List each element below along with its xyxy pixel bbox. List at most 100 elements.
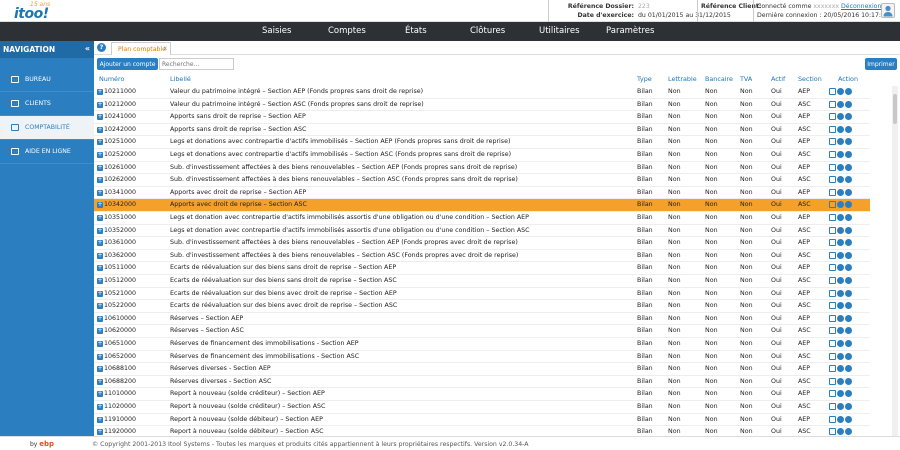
edit-icon[interactable] [829,113,836,121]
delete-icon[interactable] [845,352,852,360]
edit-icon[interactable] [829,302,836,310]
edit-icon[interactable] [829,264,836,272]
table-row[interactable]: +11010000 Report à nouveau (solde crédite… [94,388,870,401]
delete-icon[interactable] [845,201,852,209]
help-icon[interactable]: ? [97,43,106,52]
table-row[interactable]: +10511000 Ecarts de réévaluation sur des … [94,262,870,275]
expand-row-icon[interactable]: + [97,164,103,171]
expand-row-icon[interactable]: + [97,189,103,196]
expand-row-icon[interactable]: + [97,416,103,423]
edit-icon[interactable] [829,188,836,196]
table-row[interactable]: +10242000 Apports sans droit de reprise –… [94,124,870,137]
edit-icon[interactable] [829,100,836,108]
copy-icon[interactable] [837,251,844,259]
col-lettrable[interactable]: Lettrable [668,75,697,83]
edit-icon[interactable] [829,428,836,436]
delete-icon[interactable] [845,188,852,196]
expand-row-icon[interactable]: + [97,202,103,209]
tab-plan-comptable[interactable]: Plan comptable x [111,42,171,55]
edit-icon[interactable] [829,201,836,209]
delete-icon[interactable] [845,314,852,322]
table-row[interactable]: +10620000 Réserves – Section ASC Bilan Non N… [94,325,870,338]
table-row[interactable]: +10361000 Sub. d'investissement affectées… [94,237,870,250]
expand-row-icon[interactable]: + [97,139,103,146]
expand-row-icon[interactable]: + [97,177,103,184]
delete-icon[interactable] [845,163,852,171]
expand-row-icon[interactable]: + [97,101,103,108]
close-tab-icon[interactable]: x [163,45,167,52]
delete-icon[interactable] [845,428,852,436]
table-row[interactable]: +10652000 Réserves de financement des imm… [94,351,870,364]
menu-clotures[interactable]: Clôtures [470,26,505,36]
delete-icon[interactable] [845,340,852,347]
copy-icon[interactable] [837,314,844,322]
delete-icon[interactable] [845,239,852,247]
expand-row-icon[interactable]: + [97,240,103,247]
edit-icon[interactable] [829,239,836,247]
edit-icon[interactable] [829,163,836,171]
copy-icon[interactable] [837,239,844,247]
table-row[interactable]: +10251000 Legs et donations avec contrepa… [94,136,870,149]
expand-row-icon[interactable]: + [97,114,103,121]
delete-icon[interactable] [845,100,852,108]
delete-icon[interactable] [845,302,852,310]
col-tva[interactable]: TVA [740,75,752,83]
copy-icon[interactable] [837,302,844,310]
sidebar-item-bureau[interactable]: BUREAU [0,68,94,92]
expand-row-icon[interactable]: + [97,215,103,221]
delete-icon[interactable] [845,138,852,146]
itoo-logo[interactable]: 15 ans itoo! [14,1,54,22]
delete-icon[interactable] [845,214,852,221]
delete-icon[interactable] [845,377,852,385]
copy-icon[interactable] [837,365,844,373]
delete-icon[interactable] [845,390,852,398]
edit-icon[interactable] [829,377,836,385]
edit-icon[interactable] [829,415,836,423]
copy-icon[interactable] [837,113,844,121]
table-row[interactable]: +11020000 Report à nouveau (solde crédite… [94,401,870,414]
delete-icon[interactable] [845,264,852,272]
table-row[interactable]: +10342000 Apports avec droit de reprise –… [94,199,870,212]
menu-saisies[interactable]: Saisies [262,26,291,36]
sidebar-item-aide[interactable]: AIDE EN LIGNE [0,140,94,164]
delete-icon[interactable] [845,277,852,284]
scrollbar[interactable] [892,86,898,436]
collapse-sidebar-icon[interactable]: « [85,44,90,53]
delete-icon[interactable] [845,327,852,335]
copy-icon[interactable] [837,277,844,284]
copy-icon[interactable] [837,214,844,221]
expand-row-icon[interactable]: + [97,341,103,347]
copy-icon[interactable] [837,151,844,158]
copy-icon[interactable] [837,428,844,436]
expand-row-icon[interactable]: + [97,278,103,284]
expand-row-icon[interactable]: + [97,315,103,322]
expand-row-icon[interactable]: + [97,353,103,360]
expand-row-icon[interactable]: + [97,404,103,410]
menu-parametres[interactable]: Paramètres [606,26,654,36]
edit-icon[interactable] [829,125,836,133]
table-row[interactable]: +10610000 Réserves – Section AEP Bilan Non N… [94,313,870,326]
col-numero[interactable]: Numéro [99,75,124,83]
expand-row-icon[interactable]: + [97,429,103,436]
delete-icon[interactable] [845,289,852,297]
col-section[interactable]: Section [798,75,822,83]
expand-row-icon[interactable]: + [97,303,103,310]
expand-row-icon[interactable]: + [97,290,103,297]
delete-icon[interactable] [845,251,852,259]
expand-row-icon[interactable]: + [97,152,103,158]
delete-icon[interactable] [845,151,852,158]
table-row[interactable]: +11920000 Report à nouveau (solde débiteu… [94,426,870,436]
copy-icon[interactable] [837,201,844,209]
add-account-button[interactable]: Ajouter un compte [97,58,158,70]
copy-icon[interactable] [837,289,844,297]
expand-row-icon[interactable]: + [97,391,103,398]
expand-row-icon[interactable]: + [97,265,103,272]
print-button[interactable]: Imprimer [865,58,897,70]
copy-icon[interactable] [837,88,844,95]
edit-icon[interactable] [829,327,836,335]
sidebar-item-clients[interactable]: CLIENTS [0,92,94,116]
copy-icon[interactable] [837,327,844,335]
copy-icon[interactable] [837,415,844,423]
copy-icon[interactable] [837,226,844,234]
edit-icon[interactable] [829,214,836,221]
